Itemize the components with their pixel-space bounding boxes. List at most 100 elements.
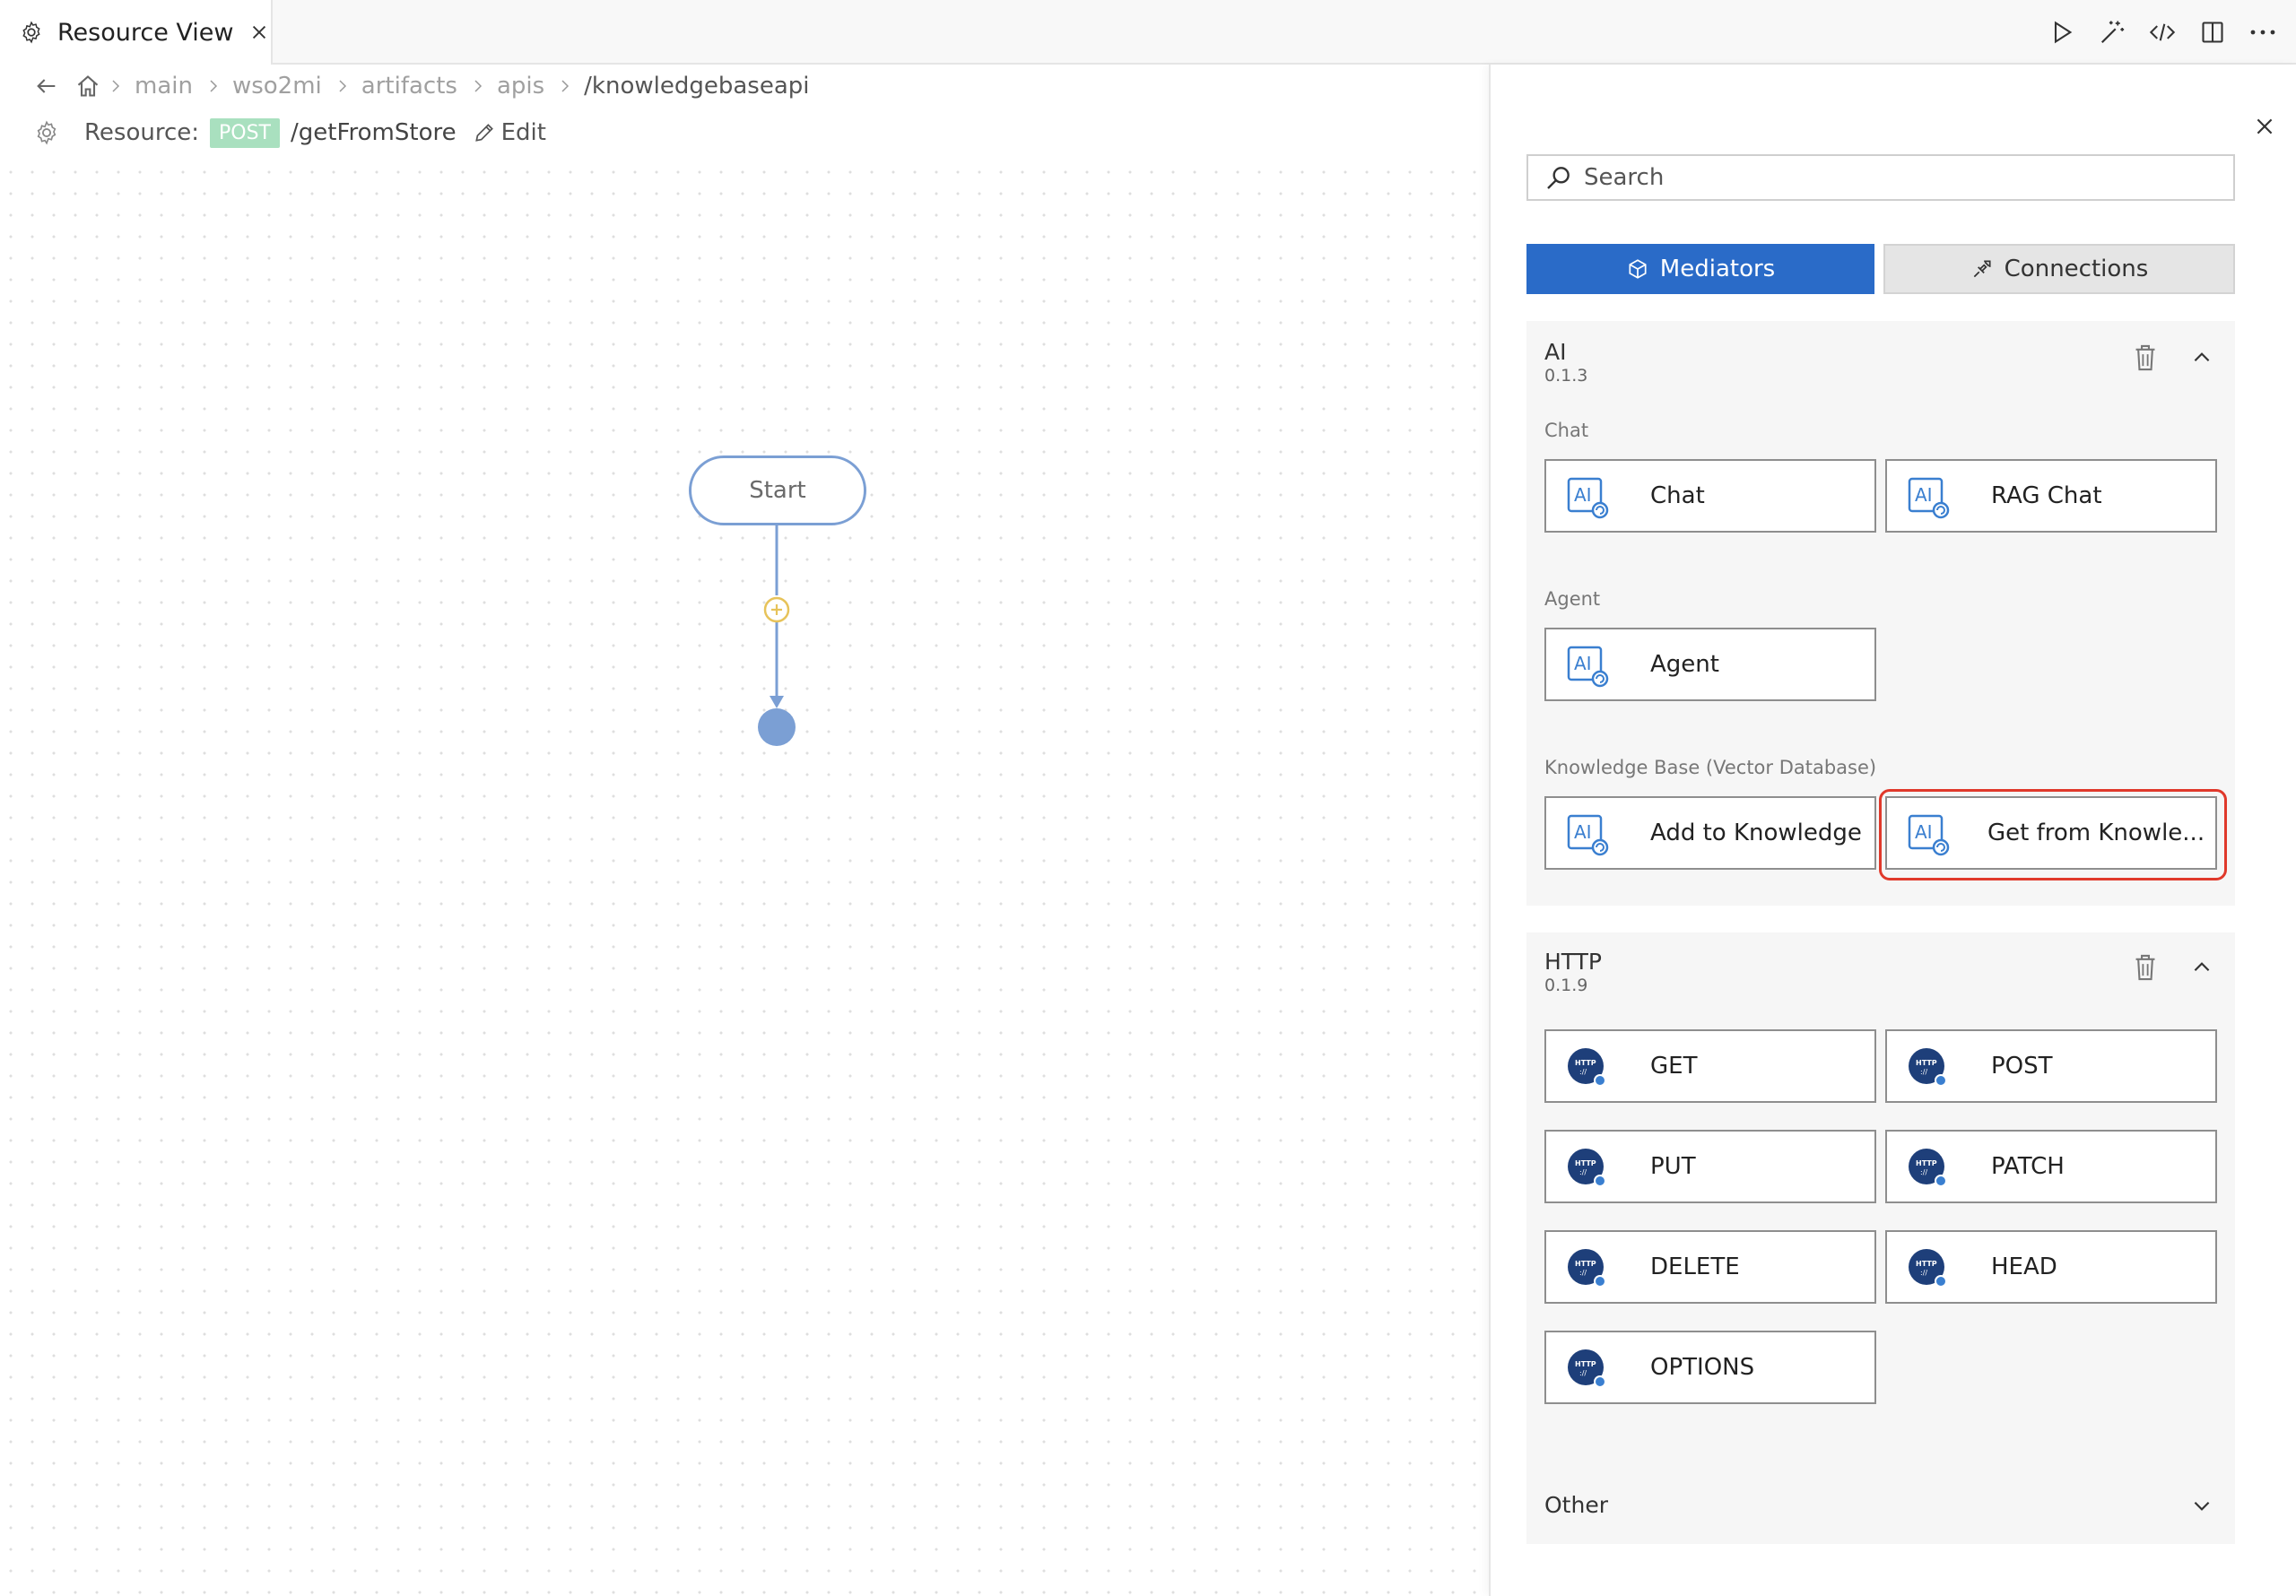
breadcrumb-item[interactable]: main (135, 73, 193, 100)
trash-icon[interactable] (2131, 343, 2160, 373)
search-box (1526, 154, 2235, 201)
close-icon[interactable] (2253, 115, 2276, 138)
ai-icon (1566, 476, 1609, 519)
pencil-icon (474, 124, 493, 142)
chevron-right-icon (205, 78, 222, 94)
mediator-label: HEAD (1991, 1253, 2057, 1280)
split-editor-button[interactable] (2199, 19, 2226, 46)
mediator-agent[interactable]: Agent (1544, 628, 1876, 701)
breadcrumb-item[interactable]: wso2mi (232, 73, 322, 100)
tab-mediators-label: Mediators (1659, 256, 1776, 282)
ai-module-section: AI 0.1.3 Chat Chat RAG Chat Agent Agent … (1526, 321, 2235, 906)
chevron-right-icon (470, 78, 486, 94)
mediator-post[interactable]: POST (1885, 1029, 2217, 1103)
mediator-label: Add to Knowledge (1650, 820, 1862, 846)
mediator-label: GET (1650, 1053, 1698, 1080)
http-icon (1566, 1147, 1609, 1190)
mediator-label: DELETE (1650, 1253, 1740, 1280)
breadcrumb-item[interactable]: artifacts (361, 73, 457, 100)
module-version: 0.1.3 (1544, 366, 1588, 386)
chevron-down-icon[interactable] (2190, 1494, 2213, 1517)
gear-icon (34, 120, 59, 145)
module-version: 0.1.9 (1544, 976, 1588, 995)
resource-label: Resource: (84, 119, 199, 146)
diagram-canvas[interactable] (0, 161, 1489, 1596)
code-view-button[interactable] (2149, 19, 2176, 46)
module-name: AI (1544, 339, 1567, 365)
run-button[interactable] (2048, 19, 2075, 46)
close-icon[interactable] (249, 22, 269, 42)
mediator-rag-chat[interactable]: RAG Chat (1885, 459, 2217, 533)
plug-icon (1973, 260, 1991, 278)
mediator-palette-panel: Mediators Connections AI 0.1.3 Chat Chat… (1489, 65, 2296, 1596)
tab-title: Resource View (57, 18, 234, 47)
module-name: Other (1544, 1492, 1608, 1518)
mediator-head[interactable]: HEAD (1885, 1230, 2217, 1304)
http-icon (1566, 1348, 1609, 1391)
breadcrumb-item[interactable]: apis (497, 73, 544, 100)
chevron-right-icon (108, 78, 124, 94)
editor-toolbar (2048, 0, 2276, 65)
http-icon (1907, 1247, 1950, 1290)
module-name: HTTP (1544, 949, 1602, 975)
cube-icon (1629, 259, 1647, 279)
http-icon (1566, 1247, 1609, 1290)
home-icon[interactable] (75, 74, 100, 99)
highlight-box (1879, 789, 2227, 880)
method-badge: POST (210, 117, 280, 148)
magic-wand-icon (2100, 21, 2125, 44)
palette-tabs: Mediators Connections (1526, 244, 2235, 294)
group-label: Agent (1544, 588, 1601, 610)
gear-icon (20, 21, 43, 44)
ai-icon (1566, 813, 1609, 856)
http-icon (1907, 1147, 1950, 1190)
tab-resource-view[interactable]: Resource View (0, 0, 273, 65)
mediator-label: PATCH (1991, 1153, 2065, 1180)
http-module-section: HTTP 0.1.9 GET POST PUT PATCH DELETE HEA… (1526, 932, 2235, 1503)
ai-icon (1907, 476, 1950, 519)
search-icon (1547, 167, 1570, 189)
mediator-label: PUT (1650, 1153, 1696, 1180)
magic-wand-button[interactable] (2099, 19, 2126, 46)
mediator-label: Chat (1650, 482, 1705, 509)
mediator-patch[interactable]: PATCH (1885, 1130, 2217, 1203)
mediator-chat[interactable]: Chat (1544, 459, 1876, 533)
tab-mediators[interactable]: Mediators (1526, 244, 1874, 294)
mediator-put[interactable]: PUT (1544, 1130, 1876, 1203)
code-icon (2149, 23, 2176, 41)
edit-button[interactable]: Edit (473, 119, 546, 146)
mediator-options[interactable]: OPTIONS (1544, 1331, 1876, 1404)
mediator-add-to-knowledge[interactable]: Add to Knowledge (1544, 796, 1876, 870)
chevron-up-icon[interactable] (2190, 956, 2213, 979)
breadcrumb-current: /knowledgebaseapi (584, 73, 810, 100)
chevron-right-icon (557, 78, 573, 94)
mediator-label: RAG Chat (1991, 482, 2102, 509)
group-label: Chat (1544, 420, 1589, 441)
mediator-label: POST (1991, 1053, 2053, 1080)
mediator-get[interactable]: GET (1544, 1029, 1876, 1103)
back-arrow-icon[interactable] (34, 74, 59, 99)
resource-header: Resource: POST /getFromStore Edit (34, 115, 546, 151)
trash-icon[interactable] (2131, 952, 2160, 983)
split-editor-icon (2202, 22, 2223, 43)
other-module-section[interactable]: Other (1526, 1467, 2235, 1544)
http-icon (1907, 1046, 1950, 1089)
search-input[interactable] (1584, 164, 2212, 191)
resource-path: /getFromStore (291, 119, 457, 146)
mediator-label: Agent (1650, 651, 1719, 678)
chevron-up-icon[interactable] (2190, 346, 2213, 369)
ai-icon (1566, 645, 1609, 688)
tab-connections[interactable]: Connections (1883, 244, 2235, 294)
editor-tab-bar: Resource View (0, 0, 2296, 65)
more-icon (2250, 30, 2275, 35)
run-icon (2054, 21, 2073, 44)
chevron-right-icon (335, 78, 351, 94)
edit-label: Edit (500, 119, 546, 146)
mediator-delete[interactable]: DELETE (1544, 1230, 1876, 1304)
tab-connections-label: Connections (2004, 256, 2149, 282)
more-actions-button[interactable] (2249, 19, 2276, 46)
mediator-label: OPTIONS (1650, 1354, 1755, 1381)
group-label: Knowledge Base (Vector Database) (1544, 757, 1877, 778)
http-icon (1566, 1046, 1609, 1089)
start-node[interactable]: Start (689, 455, 866, 525)
